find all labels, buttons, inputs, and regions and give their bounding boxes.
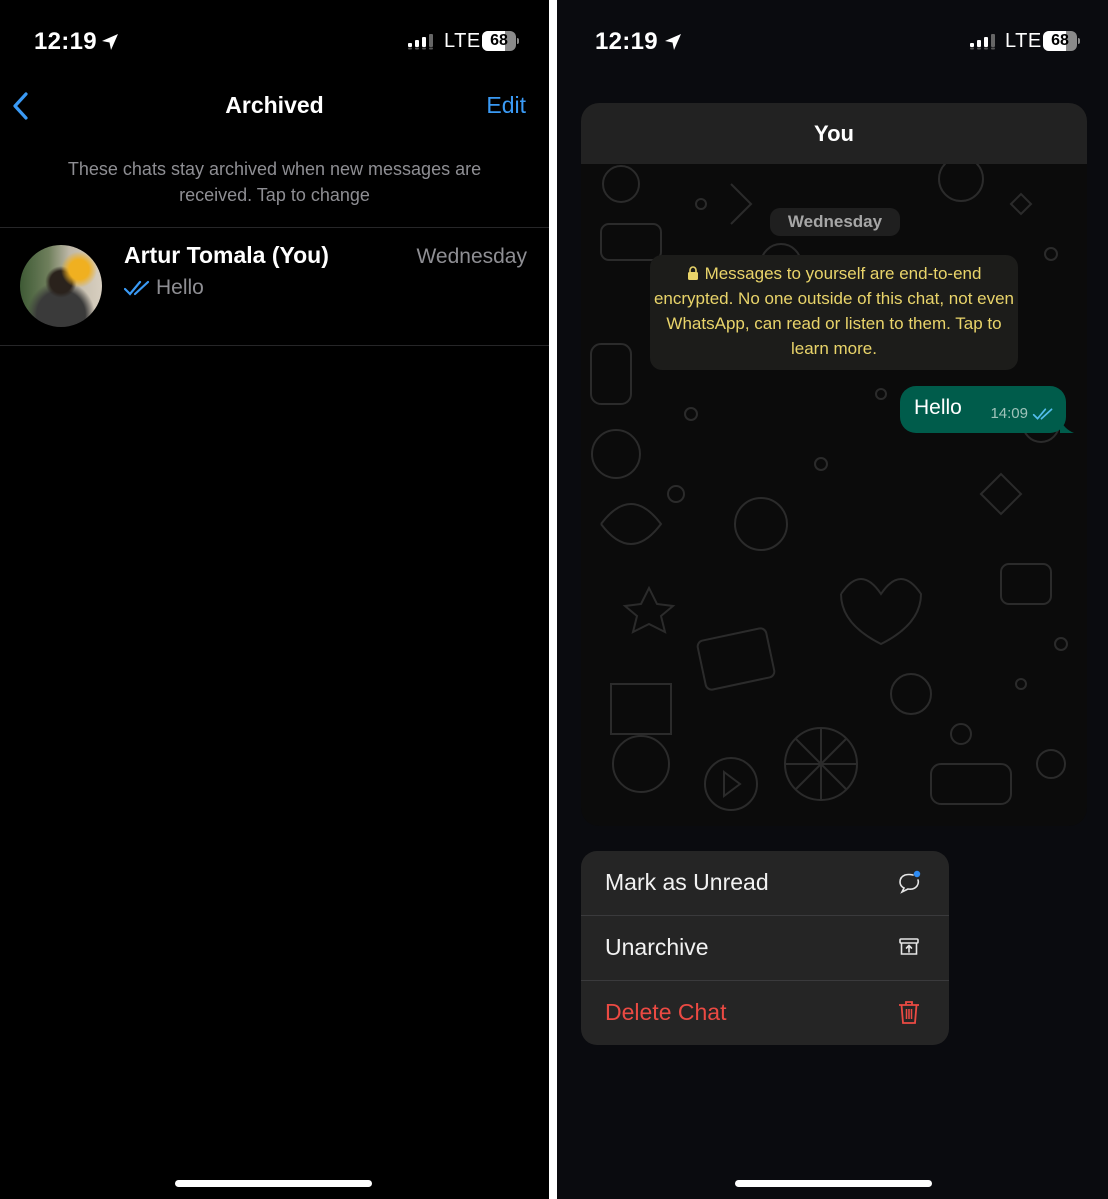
chat-name: Artur Tomala (You) (124, 242, 329, 268)
chat-preview: Hello (124, 276, 204, 300)
encryption-notice-text: Messages to yourself are end-to-end encr… (653, 264, 1015, 358)
status-time: 12:19 (34, 28, 97, 55)
chat-title: You (814, 121, 854, 146)
avatar (20, 245, 102, 327)
signal-icon (408, 34, 433, 50)
status-bar: 12:19 LTE 68 (0, 28, 549, 60)
chat-preview-text: Hello (156, 276, 204, 299)
signal-icon (970, 34, 995, 50)
chat-list-item[interactable]: Artur Tomala (You) Wednesday Hello (0, 228, 549, 345)
location-arrow-icon (102, 34, 118, 50)
battery-indicator: 68 (1043, 31, 1077, 51)
battery-nub (1078, 38, 1080, 44)
chat-preview-header: You (581, 103, 1087, 164)
network-type: LTE (444, 30, 481, 52)
message-meta: 14:09 (990, 405, 1054, 422)
archive-settings-notice[interactable]: These chats stay archived when new messa… (30, 156, 519, 208)
menu-item-label: Unarchive (605, 934, 709, 960)
battery-nub (517, 38, 519, 44)
double-check-icon (1032, 407, 1053, 420)
message-bubble[interactable]: Hello 14:09 (900, 386, 1074, 433)
menu-item-label: Delete Chat (605, 999, 727, 1025)
chat-context-screen: 12:19 LTE 68 You Wednesday Messages to y… (557, 0, 1108, 1199)
network-type: LTE (1005, 30, 1042, 52)
trash-icon (899, 1001, 919, 1024)
archived-screen: 12:19 LTE 68 Archived Edit These chats s… (0, 0, 549, 1199)
status-bar: 12:19 LTE 68 (557, 28, 1108, 60)
edit-button[interactable]: Edit (486, 92, 526, 119)
chat-date: Wednesday (416, 245, 527, 268)
location-arrow-icon (665, 34, 681, 50)
battery-indicator: 68 (482, 31, 516, 51)
menu-item-unarchive[interactable]: Unarchive (581, 916, 949, 980)
chat-unread-icon (899, 870, 921, 894)
battery-percent: 68 (1051, 32, 1069, 49)
home-indicator[interactable] (175, 1180, 372, 1187)
lock-icon (687, 266, 698, 280)
chat-preview-card[interactable]: You Wednesday Messages to yourself are e… (581, 103, 1087, 826)
divider (0, 345, 549, 346)
double-check-icon (124, 280, 150, 296)
menu-item-delete-chat[interactable]: Delete Chat (581, 981, 949, 1045)
unarchive-icon (899, 938, 919, 955)
bubble-tail (1060, 419, 1074, 433)
context-menu: Mark as Unread Unarchive Delete Chat (581, 851, 949, 1045)
battery-percent: 68 (490, 32, 508, 49)
menu-item-label: Mark as Unread (605, 869, 769, 895)
menu-item-mark-as-unread[interactable]: Mark as Unread (581, 851, 949, 915)
home-indicator[interactable] (735, 1180, 932, 1187)
message-time: 14:09 (990, 405, 1028, 422)
status-time: 12:19 (595, 28, 658, 55)
message-text: Hello (914, 396, 962, 419)
page-title: Archived (225, 92, 324, 118)
encryption-notice[interactable]: Messages to yourself are end-to-end encr… (650, 255, 1018, 370)
date-separator: Wednesday (770, 208, 900, 236)
